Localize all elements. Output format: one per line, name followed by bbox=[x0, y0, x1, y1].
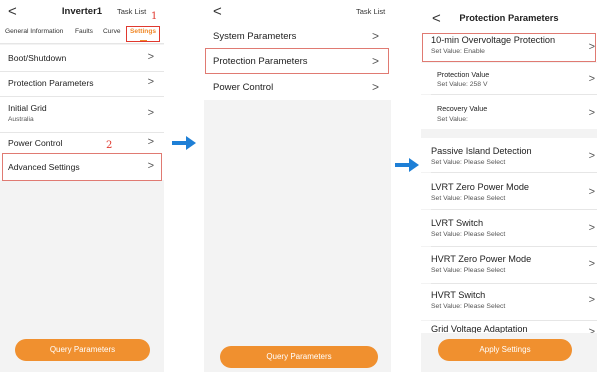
param-value: Set Value: Please Select bbox=[431, 195, 506, 202]
menu-item-power-control[interactable]: Power Control > bbox=[204, 75, 391, 99]
top-bar: < Inverter1 Task List bbox=[0, 0, 164, 22]
task-list-link[interactable]: Task List bbox=[356, 7, 385, 16]
chevron-right-icon: > bbox=[147, 107, 154, 119]
chevron-right-icon: > bbox=[371, 80, 379, 94]
settings-screen: < Inverter1 Task List 1 General Informat… bbox=[0, 0, 164, 372]
param-name: LVRT Switch bbox=[431, 218, 484, 228]
param-name: HVRT Zero Power Mode bbox=[431, 254, 532, 264]
chevron-right-icon: > bbox=[371, 29, 379, 43]
arrow-right-icon bbox=[172, 136, 196, 150]
menu-item-label: Boot/Shutdown bbox=[8, 53, 67, 63]
tab-curve[interactable]: Curve bbox=[103, 28, 121, 35]
chevron-right-icon: > bbox=[147, 136, 154, 148]
param-lvrt-zero-power-mode[interactable]: LVRT Zero Power Mode Set Value: Please S… bbox=[421, 173, 597, 209]
chevron-right-icon: > bbox=[588, 73, 595, 85]
annotation-step-2: 2 bbox=[106, 140, 113, 151]
menu-item-label: Initial Grid bbox=[8, 103, 47, 113]
chevron-right-icon: > bbox=[147, 51, 154, 63]
param-value: Set Value: bbox=[437, 116, 468, 123]
param-name: Recovery Value bbox=[437, 104, 488, 113]
menu-item-label: Power Control bbox=[213, 82, 274, 93]
parameters-menu-screen: < Task List System Parameters > Protecti… bbox=[204, 0, 391, 372]
param-name: LVRT Zero Power Mode bbox=[431, 182, 530, 192]
annotation-highlight-overvoltage bbox=[422, 33, 596, 62]
param-hvrt-switch[interactable]: HVRT Switch Set Value: Please Select > bbox=[421, 284, 597, 320]
param-lvrt-switch[interactable]: LVRT Switch Set Value: Please Select > bbox=[421, 210, 597, 246]
task-list-link[interactable]: Task List bbox=[117, 7, 146, 16]
param-protection-value[interactable]: Protection Value Set Value: 258 V > bbox=[421, 63, 597, 94]
menu-item-protection-parameters[interactable]: Protection Parameters > bbox=[0, 72, 164, 96]
chevron-right-icon: > bbox=[588, 150, 595, 162]
param-value: Set Value: Please Select bbox=[431, 303, 506, 310]
chevron-right-icon: > bbox=[588, 186, 595, 198]
page-title: Protection Parameters bbox=[459, 13, 559, 23]
menu-item-boot-shutdown[interactable]: Boot/Shutdown > bbox=[0, 45, 164, 71]
footer-bar: Apply Settings bbox=[421, 333, 597, 372]
menu-item-system-parameters[interactable]: System Parameters > bbox=[204, 24, 391, 48]
chevron-right-icon: > bbox=[588, 294, 595, 306]
menu-item-label: Power Control bbox=[8, 138, 63, 148]
param-value: Set Value: Please Select bbox=[431, 231, 506, 238]
menu-item-value: Australia bbox=[8, 116, 34, 123]
chevron-right-icon: > bbox=[147, 76, 154, 88]
param-value: Set Value: 258 V bbox=[437, 81, 488, 88]
annotation-highlight-advanced-settings bbox=[2, 153, 162, 181]
chevron-right-icon: > bbox=[588, 222, 595, 234]
top-bar: < Protection Parameters bbox=[421, 0, 597, 34]
back-arrow-icon[interactable]: < bbox=[213, 4, 222, 19]
param-recovery-value[interactable]: Recovery Value Set Value: > bbox=[421, 95, 597, 129]
param-name: HVRT Switch bbox=[431, 290, 486, 300]
annotation-highlight-protection-parameters bbox=[205, 48, 389, 74]
menu-item-power-control[interactable]: Power Control > bbox=[0, 133, 164, 155]
menu-item-label: Protection Parameters bbox=[8, 78, 94, 88]
annotation-step-1: 1 bbox=[151, 11, 158, 22]
param-hvrt-zero-power-mode[interactable]: HVRT Zero Power Mode Set Value: Please S… bbox=[421, 247, 597, 283]
tab-general-information[interactable]: General Information bbox=[5, 28, 63, 35]
param-value: Set Value: Please Select bbox=[431, 267, 506, 274]
chevron-right-icon: > bbox=[588, 258, 595, 270]
query-parameters-button[interactable]: Query Parameters bbox=[15, 339, 150, 361]
param-passive-island-detection[interactable]: Passive Island Detection Set Value: Plea… bbox=[421, 138, 597, 172]
param-value: Set Value: Please Select bbox=[431, 159, 506, 166]
apply-settings-button[interactable]: Apply Settings bbox=[438, 339, 572, 361]
tab-faults[interactable]: Faults bbox=[75, 28, 93, 35]
param-name: Passive Island Detection bbox=[431, 146, 532, 156]
chevron-right-icon: > bbox=[588, 107, 595, 119]
param-name: Protection Value bbox=[437, 70, 490, 79]
arrow-right-icon bbox=[395, 158, 419, 172]
top-bar: < Task List bbox=[204, 0, 391, 24]
menu-item-label: System Parameters bbox=[213, 31, 297, 42]
query-parameters-button[interactable]: Query Parameters bbox=[220, 346, 378, 368]
annotation-highlight-settings-tab bbox=[126, 26, 160, 42]
menu-item-initial-grid[interactable]: Initial Grid Australia > bbox=[0, 97, 164, 132]
protection-parameters-screen: < Protection Parameters 10-min Overvolta… bbox=[421, 0, 597, 372]
